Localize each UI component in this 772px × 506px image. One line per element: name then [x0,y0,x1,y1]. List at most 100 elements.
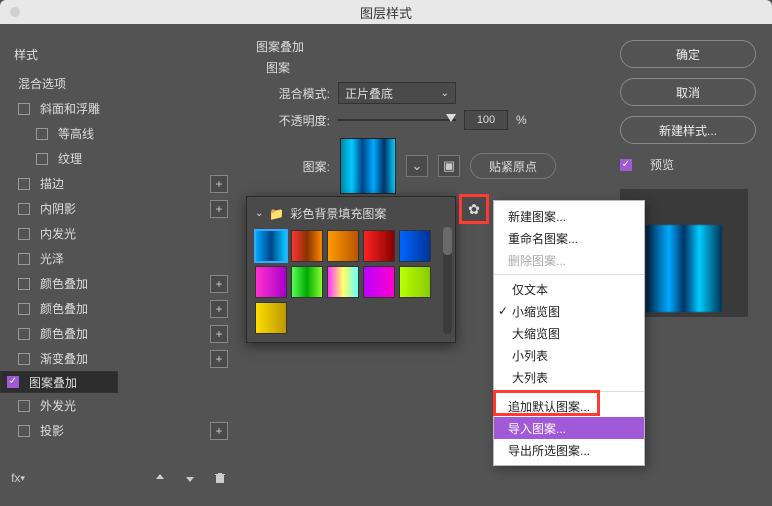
blending-options[interactable]: 混合选项 [0,71,238,96]
style-item-10[interactable]: 渐变叠加 + [0,346,238,371]
folder-collapse-icon[interactable]: ⌄ [255,208,263,219]
style-item-7[interactable]: 颜色叠加+ [0,271,238,296]
pattern-context-menu: 新建图案... 重命名图案... 删除图案... 仅文本 ✓小缩览图 大缩览图 … [493,200,645,466]
style-item-2[interactable]: 纹理 [0,146,238,171]
add-effect-button[interactable]: + [210,175,228,193]
style-checkbox[interactable] [18,253,30,265]
style-label: 外发光 [40,397,76,414]
pattern-thumb[interactable] [363,230,395,262]
ok-button[interactable]: 确定 [620,40,756,68]
style-item-6[interactable]: 光泽 [0,246,238,271]
style-label: 斜面和浮雕 [40,100,100,117]
picker-settings-button[interactable]: ✿ [459,194,489,224]
pattern-thumb[interactable] [399,266,431,298]
style-item-11[interactable]: ✓ 图案叠加 [0,371,118,393]
style-item-13[interactable]: 投影 + [0,418,238,443]
section-title: 图案叠加 [256,38,602,55]
style-checkbox[interactable] [18,328,30,340]
style-item-12[interactable]: 外发光 [0,393,238,418]
add-effect-button[interactable]: + [210,275,228,293]
style-checkbox[interactable] [18,228,30,240]
pattern-thumb[interactable] [255,302,287,334]
menu-separator [494,391,644,392]
move-up-icon[interactable] [152,470,168,486]
new-style-button[interactable]: 新建样式... [620,116,756,144]
style-label: 渐变叠加 [40,350,88,367]
style-label: 投影 [40,422,64,439]
menu-large-list[interactable]: 大列表 [494,366,644,388]
pattern-thumb[interactable] [255,266,287,298]
pattern-thumb[interactable] [399,230,431,262]
titlebar: 图层样式 [0,0,772,24]
style-item-0[interactable]: 斜面和浮雕 [0,96,238,121]
pattern-swatch[interactable] [340,138,396,194]
move-down-icon[interactable] [182,470,198,486]
style-checkbox[interactable] [18,203,30,215]
opacity-label: 不透明度: [266,112,330,129]
menu-small-list[interactable]: 小列表 [494,344,644,366]
style-label: 图案叠加 [29,374,77,391]
style-item-4[interactable]: 内阴影+ [0,196,238,221]
style-label: 颜色叠加 [40,325,88,342]
styles-header: 样式 [0,36,238,71]
style-checkbox[interactable] [36,128,48,140]
style-item-3[interactable]: 描边+ [0,171,238,196]
menu-text-only[interactable]: 仅文本 [494,278,644,300]
opacity-slider[interactable] [338,113,456,127]
blend-mode-value: 正片叠底 [345,85,393,102]
style-label: 纹理 [58,150,82,167]
style-label: 颜色叠加 [40,300,88,317]
menu-delete-pattern: 删除图案... [494,249,644,271]
menu-new-pattern[interactable]: 新建图案... [494,205,644,227]
style-checkbox[interactable] [18,425,30,437]
gear-icon: ✿ [468,201,480,218]
dialog-title: 图层样式 [0,3,772,22]
blend-mode-select[interactable]: 正片叠底 ⌄ [338,82,456,104]
style-checkbox[interactable] [18,400,30,412]
blending-options-label: 混合选项 [18,75,66,92]
style-checkbox[interactable] [18,278,30,290]
style-item-5[interactable]: 内发光 [0,221,238,246]
style-checkbox[interactable] [18,353,30,365]
trash-icon[interactable] [212,470,228,486]
styles-sidebar: 样式 混合选项 斜面和浮雕等高线纹理描边+内阴影+内发光光泽颜色叠加 + 颜色叠加 +… [0,32,238,494]
opacity-input[interactable] [464,110,508,130]
menu-export-patterns[interactable]: 导出所选图案... [494,439,644,461]
menu-separator [494,274,644,275]
pattern-dropdown-button[interactable]: ⌄ [406,155,428,177]
pattern-thumb[interactable] [291,230,323,262]
style-item-9[interactable]: 颜色叠加 + [0,321,238,346]
pattern-thumb[interactable] [255,230,287,262]
style-checkbox[interactable]: ✓ [7,376,19,388]
add-effect-button[interactable]: + [210,422,228,440]
add-effect-button[interactable]: + [210,200,228,218]
preview-checkbox[interactable]: ✓ [620,159,632,171]
style-checkbox[interactable] [36,153,48,165]
menu-large-thumb[interactable]: 大缩览图 [494,322,644,344]
menu-rename-pattern[interactable]: 重命名图案... [494,227,644,249]
menu-append-default[interactable]: 追加默认图案... [494,395,644,417]
style-checkbox[interactable] [18,103,30,115]
folder-icon: 📁 [269,207,284,221]
pattern-thumb[interactable] [363,266,395,298]
picker-scrollbar[interactable] [443,227,452,334]
style-item-8[interactable]: 颜色叠加 + [0,296,238,321]
menu-import-patterns[interactable]: 导入图案... [494,417,644,439]
style-checkbox[interactable] [18,178,30,190]
sidebar-footer: fx▾ [0,462,238,494]
pattern-thumb[interactable] [291,266,323,298]
new-preset-button[interactable]: ▣ [438,155,460,177]
cancel-button[interactable]: 取消 [620,78,756,106]
snap-origin-button[interactable]: 贴紧原点 [470,153,556,179]
fx-menu-icon[interactable]: fx▾ [10,470,26,486]
chevron-down-icon: ⌄ [441,88,449,99]
add-effect-button[interactable]: + [210,350,228,368]
style-item-1[interactable]: 等高线 [0,121,238,146]
add-effect-button[interactable]: + [210,300,228,318]
style-checkbox[interactable] [18,303,30,315]
menu-small-thumb[interactable]: ✓小缩览图 [494,300,644,322]
pattern-thumb[interactable] [327,266,359,298]
add-effect-button[interactable]: + [210,325,228,343]
style-label: 光泽 [40,250,64,267]
pattern-thumb[interactable] [327,230,359,262]
